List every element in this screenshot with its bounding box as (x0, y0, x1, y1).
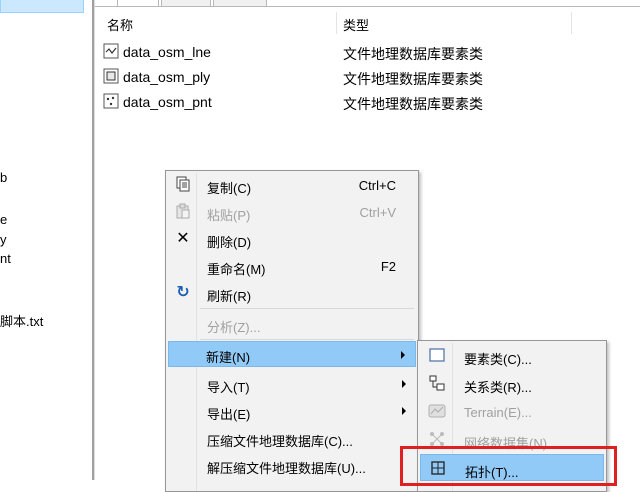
menu-item-label: 压缩文件地理数据库(C)... (207, 434, 353, 449)
menu-item-uncompress-gdb[interactable]: 解压缩文件地理数据库(U)... (168, 452, 416, 478)
row-name: data_osm_lne (123, 44, 211, 60)
tree-item-fragment[interactable]: 脚本.txt (0, 311, 43, 330)
catalog-tree-pane: b e y nt 脚本.txt (0, 0, 92, 480)
menu-item-label: 解压缩文件地理数据库(U)... (207, 461, 366, 476)
menu-item-label: 新建(N) (206, 350, 251, 365)
submenu-item-terrain[interactable]: Terrain(E)... (420, 398, 604, 425)
menu-item-refresh[interactable]: ↻ 刷新(R) (168, 280, 416, 306)
menu-item-label: 删除(D) (207, 235, 252, 250)
menu-item-label: 复制(C) (207, 181, 252, 196)
tab-contents[interactable] (117, 0, 159, 6)
menu-item-label: 粘贴(P) (207, 208, 251, 223)
tree-item-fragment[interactable]: y (0, 232, 7, 247)
submenu-item-relationship-class[interactable]: 关系类(R)... (420, 370, 604, 397)
submenu-item-label: 关系类(R)... (464, 380, 532, 395)
menu-item-new[interactable]: 新建(N) (168, 341, 416, 367)
list-row[interactable]: data_osm_ply 文件地理数据库要素类 (103, 67, 623, 89)
tree-item-fragment[interactable]: b (0, 170, 7, 185)
menu-item-import[interactable]: 导入(T) (168, 371, 416, 397)
menu-item-label: 重命名(M) (207, 262, 266, 277)
terrain-icon (428, 404, 446, 418)
context-menu: 复制(C) Ctrl+C 粘贴(P) Ctrl+V ✕ 删除(D) 重命名(M)… (165, 170, 419, 492)
menu-item-copy[interactable]: 复制(C) Ctrl+C (168, 172, 416, 198)
row-type: 文件地理数据库要素类 (343, 71, 483, 87)
annotation-highlight-box (400, 446, 617, 486)
column-divider[interactable] (336, 12, 337, 34)
list-row[interactable]: data_osm_lne 文件地理数据库要素类 (103, 42, 623, 64)
menu-item-shortcut: Ctrl+C (358, 178, 396, 193)
point-feature-class-icon (103, 93, 119, 109)
menu-item-label: 分析(Z)... (207, 320, 261, 335)
submenu-arrow-icon (402, 407, 406, 415)
menu-item-label: 导出(E) (207, 407, 251, 422)
row-type: 文件地理数据库要素类 (343, 96, 483, 112)
menu-item-compact-gdb[interactable]: 压缩文件地理数据库(C)... (168, 425, 416, 451)
row-type: 文件地理数据库要素类 (343, 46, 483, 62)
paste-icon (174, 203, 192, 221)
delete-icon: ✕ (176, 230, 190, 247)
menu-item-paste[interactable]: 粘贴(P) Ctrl+V (168, 199, 416, 225)
column-header-type[interactable]: 类型 (343, 15, 369, 34)
list-column-header: 名称 类型 (95, 8, 640, 34)
menu-separator (200, 339, 414, 340)
submenu-item-feature-class[interactable]: 要素类(C)... (420, 342, 604, 369)
row-name: data_osm_pnt (123, 94, 212, 110)
menu-item-delete[interactable]: ✕ 删除(D) (168, 226, 416, 252)
tab-description[interactable] (213, 0, 267, 7)
relationship-class-icon (429, 375, 445, 391)
polyline-feature-class-icon (103, 43, 119, 59)
tree-item-fragment[interactable]: e (0, 212, 7, 227)
menu-item-rename[interactable]: 重命名(M) F2 (168, 253, 416, 279)
submenu-arrow-icon (401, 351, 405, 359)
menu-separator (200, 308, 414, 309)
menu-item-label: 刷新(R) (207, 289, 252, 304)
menu-item-label: 导入(T) (207, 380, 250, 395)
row-name: data_osm_ply (123, 69, 211, 85)
submenu-item-label: 要素类(C)... (464, 352, 532, 367)
tree-selected-item[interactable] (0, 0, 84, 13)
menu-item-shortcut: Ctrl+V (359, 205, 396, 220)
submenu-arrow-icon (402, 380, 406, 388)
refresh-icon: ↻ (176, 284, 190, 301)
menu-item-export[interactable]: 导出(E) (168, 398, 416, 424)
content-tabs (95, 0, 640, 7)
column-divider[interactable] (571, 12, 572, 34)
tree-item-fragment[interactable]: nt (0, 251, 11, 266)
tab-preview[interactable] (161, 0, 211, 7)
pane-divider (94, 0, 95, 480)
copy-icon (174, 176, 192, 194)
menu-item-shortcut: F2 (380, 259, 396, 274)
polygon-feature-class-icon (103, 68, 119, 84)
feature-class-icon (429, 348, 445, 362)
submenu-item-label: Terrain(E)... (464, 405, 532, 420)
list-row[interactable]: data_osm_pnt 文件地理数据库要素类 (103, 92, 623, 114)
column-header-name[interactable]: 名称 (107, 15, 133, 34)
menu-item-analyze[interactable]: 分析(Z)... (168, 311, 416, 337)
